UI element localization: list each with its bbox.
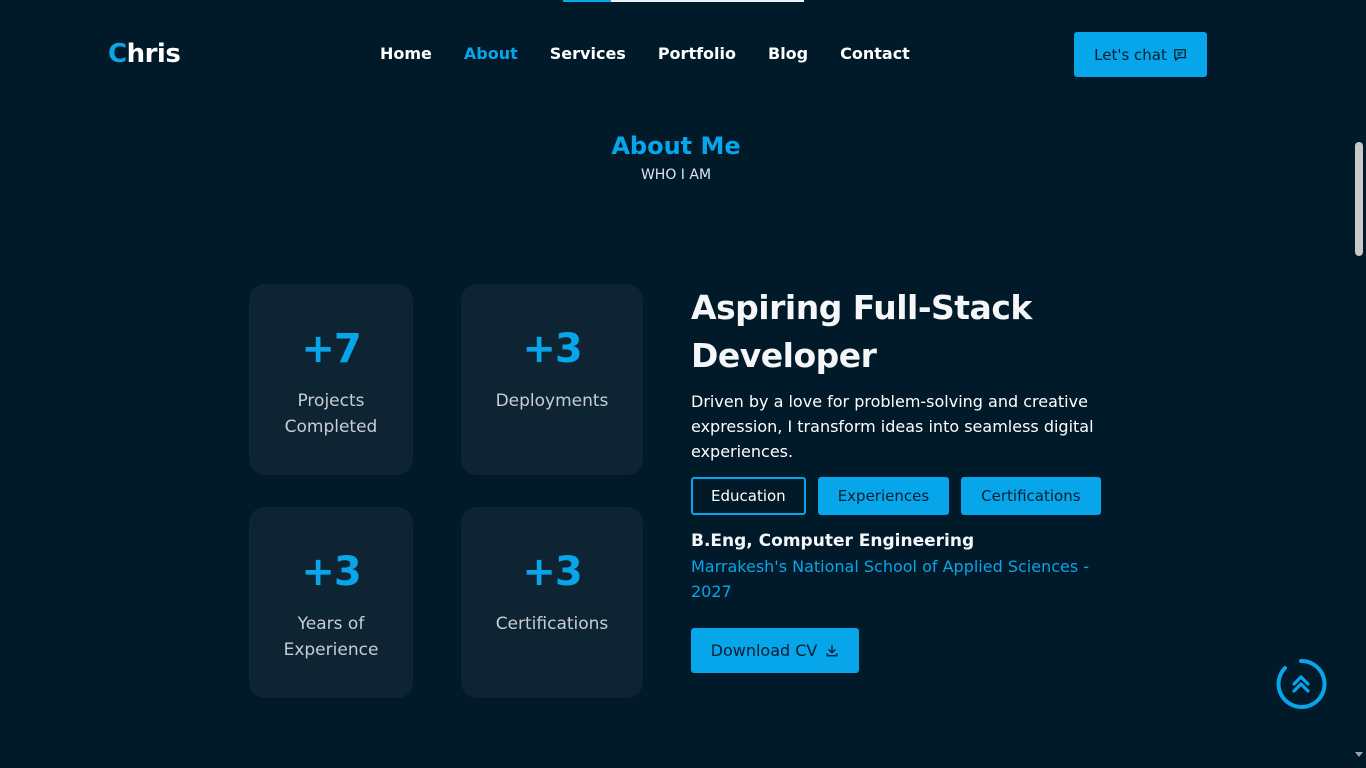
education-title: B.Eng, Computer Engineering xyxy=(691,531,975,551)
stat-card-projects: +7 Projects Completed xyxy=(249,284,413,475)
stat-value: +3 xyxy=(522,326,582,372)
chat-icon xyxy=(1173,48,1186,61)
tab-experiences[interactable]: Experiences xyxy=(817,477,950,515)
logo-accent: C xyxy=(108,39,127,69)
main-nav: Home About Services Portfolio Blog Conta… xyxy=(380,44,910,64)
download-cv-label: Download CV xyxy=(710,641,818,660)
scrollbar-thumb[interactable] xyxy=(1355,142,1363,256)
about-heading: Aspiring Full-Stack Developer xyxy=(691,288,1032,375)
scroll-to-top-button[interactable] xyxy=(1274,657,1328,711)
nav-home[interactable]: Home xyxy=(380,44,432,64)
scroll-down-arrow-icon[interactable] xyxy=(1355,752,1363,757)
logo[interactable]: Chris xyxy=(108,38,181,70)
stat-label: Projects Completed xyxy=(284,391,378,437)
lets-chat-button[interactable]: Let's chat xyxy=(1074,32,1207,77)
stat-value: +3 xyxy=(522,549,582,595)
nav-blog[interactable]: Blog xyxy=(768,44,808,64)
stat-label: Deployments xyxy=(495,391,609,411)
nav-contact[interactable]: Contact xyxy=(840,44,910,64)
stat-card-deployments: +3 Deployments xyxy=(461,284,643,475)
nav-portfolio[interactable]: Portfolio xyxy=(658,44,736,64)
section-title: About Me xyxy=(611,132,741,160)
download-cv-button[interactable]: Download CV xyxy=(691,628,859,673)
lets-chat-label: Let's chat xyxy=(1094,45,1167,64)
about-tabs: Education Experiences Certifications xyxy=(691,477,1101,515)
page-scrollbar[interactable] xyxy=(1352,0,1366,768)
education-school: Marrakesh's National School of Applied S… xyxy=(691,557,1090,601)
section-subtitle: WHO I AM xyxy=(640,167,712,183)
tab-certifications[interactable]: Certifications xyxy=(961,477,1101,515)
about-description: Driven by a love for problem-solving and… xyxy=(691,392,1094,461)
stat-value: +3 xyxy=(301,549,361,595)
double-chevron-up-icon xyxy=(1276,658,1327,709)
stat-value: +7 xyxy=(301,326,361,372)
site-header: Chris Home About Services Portfolio Blog… xyxy=(0,0,1352,110)
stat-label: Years of Experience xyxy=(283,614,379,660)
nav-about[interactable]: About xyxy=(464,44,518,64)
stat-card-certifications: +3 Certifications xyxy=(461,507,643,698)
stat-label: Certifications xyxy=(495,614,609,634)
download-icon xyxy=(826,644,838,657)
tab-education[interactable]: Education xyxy=(691,477,806,515)
stat-card-experience: +3 Years of Experience xyxy=(249,507,413,698)
nav-services[interactable]: Services xyxy=(550,44,626,64)
logo-text: hris xyxy=(126,39,181,69)
